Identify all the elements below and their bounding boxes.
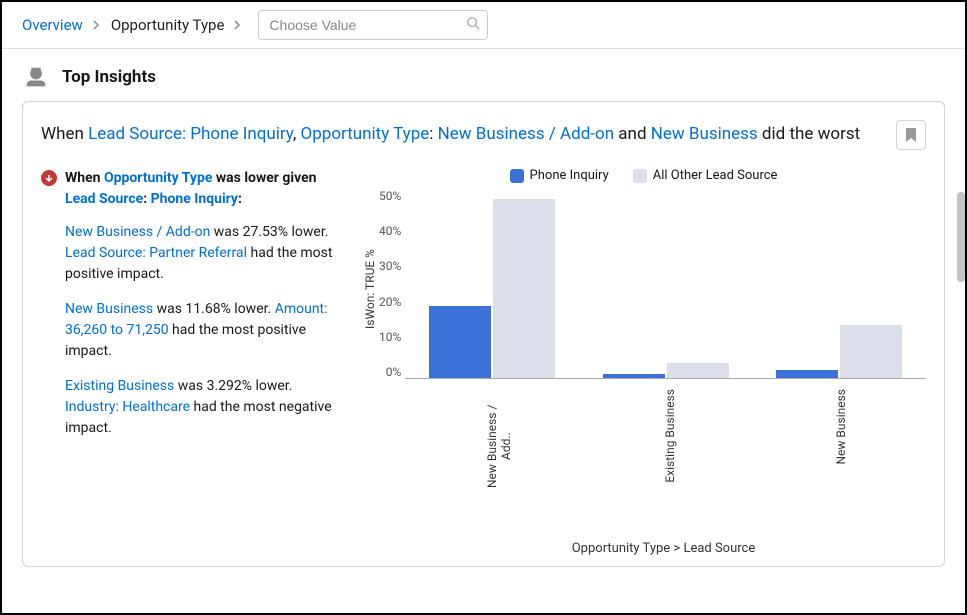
breadcrumb-opp-type[interactable]: Opportunity Type: [111, 16, 225, 34]
y-tick: 30%: [379, 259, 401, 273]
bullet-link[interactable]: New Business: [65, 301, 153, 317]
bar-group: [579, 189, 753, 378]
bullet-link[interactable]: New Business / Add-on: [65, 224, 210, 240]
bullet-link[interactable]: Industry: Healthcare: [65, 399, 190, 415]
insight-bullet: New Business was 11.68% lower. Amount: 3…: [65, 299, 341, 362]
bar-group: [752, 189, 926, 378]
bar[interactable]: [603, 374, 665, 378]
chart-plot: [405, 189, 926, 379]
y-axis: 50% 40% 30% 20% 10% 0%: [379, 189, 405, 379]
breadcrumb: Overview Opportunity Type: [2, 2, 965, 49]
bar[interactable]: [840, 325, 902, 378]
chart-legend: Phone Inquiry All Other Lead Source: [361, 168, 926, 183]
bookmark-button[interactable]: [896, 120, 926, 150]
y-tick: 50%: [379, 189, 401, 203]
link-lead-source[interactable]: Lead Source: Phone Inquiry: [88, 124, 293, 144]
link-lead-source[interactable]: Lead Source: [65, 191, 143, 207]
bullet-link[interactable]: Existing Business: [65, 378, 174, 394]
x-tick: New Business: [755, 389, 926, 513]
chevron-right-icon: [234, 16, 242, 34]
link-new-biz-addon[interactable]: New Business / Add-on: [438, 124, 614, 144]
y-tick: 10%: [379, 330, 401, 344]
y-tick: 20%: [379, 295, 401, 309]
bar[interactable]: [776, 370, 838, 378]
breadcrumb-overview[interactable]: Overview: [22, 16, 83, 34]
bar[interactable]: [493, 199, 555, 378]
link-opp-type[interactable]: Opportunity Type: [301, 124, 430, 144]
y-tick: 0%: [386, 365, 402, 379]
x-axis-labels: New Business / Add..Existing BusinessNew…: [413, 389, 926, 513]
negative-indicator-icon: [41, 170, 57, 186]
legend-swatch: [510, 169, 524, 183]
legend-item: Phone Inquiry: [510, 168, 609, 183]
scrollbar[interactable]: [957, 192, 965, 282]
bullet-link[interactable]: Lead Source: Partner Referral: [65, 245, 247, 261]
x-tick: New Business / Add..: [413, 389, 584, 513]
insight-bullet: New Business / Add-on was 27.53% lower. …: [65, 222, 341, 285]
legend-swatch: [633, 169, 647, 183]
x-axis-title: Opportunity Type > Lead Source: [401, 541, 926, 556]
link-new-biz[interactable]: New Business: [651, 124, 758, 144]
link-opp-type[interactable]: Opportunity Type: [104, 170, 212, 186]
top-insights-header: Top Insights: [2, 49, 965, 101]
einstein-icon: [22, 63, 50, 91]
section-title: Top Insights: [62, 67, 156, 87]
card-title: When Lead Source: Phone Inquiry, Opportu…: [41, 120, 926, 150]
insight-text-panel: When Opportunity Type was lower given Le…: [41, 168, 341, 556]
bar[interactable]: [429, 306, 491, 378]
link-phone-inquiry[interactable]: Phone Inquiry: [151, 191, 238, 207]
insight-card: When Lead Source: Phone Inquiry, Opportu…: [22, 101, 945, 567]
insight-bullet: Existing Business was 3.292% lower. Indu…: [65, 376, 341, 439]
legend-item: All Other Lead Source: [633, 168, 778, 183]
choose-value-input[interactable]: [258, 10, 488, 40]
y-axis-label: IsWon: TRUE %: [361, 189, 379, 389]
x-tick: Existing Business: [584, 389, 755, 513]
bar[interactable]: [667, 363, 729, 378]
chevron-right-icon: [93, 16, 101, 34]
chart-area: Phone Inquiry All Other Lead Source IsWo…: [361, 168, 926, 556]
y-tick: 40%: [379, 224, 401, 238]
bar-group: [405, 189, 579, 378]
bookmark-icon: [905, 128, 917, 142]
